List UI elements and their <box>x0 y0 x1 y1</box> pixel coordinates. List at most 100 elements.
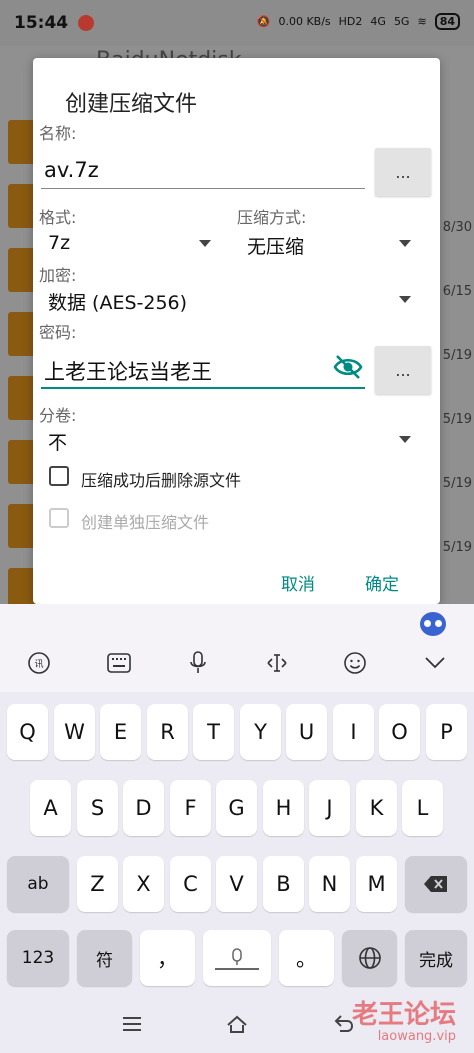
status-time: 15:44 <box>14 13 69 33</box>
hide-keyboard-icon[interactable] <box>422 650 448 676</box>
notification-app-icon <box>78 15 95 31</box>
browse-path-button[interactable]: ... <box>375 148 431 196</box>
keyboard-toolbar: 讯 <box>0 604 474 692</box>
watermark-url: laowang.vip <box>377 1029 456 1044</box>
compression-select[interactable]: 无压缩 <box>247 232 304 259</box>
archive-name-input[interactable]: av.7z <box>44 158 99 182</box>
volume-dropdown-icon[interactable] <box>399 436 411 443</box>
encryption-label: 加密: <box>39 266 77 285</box>
file-date: 5/19 <box>442 348 472 363</box>
signal-4g: 4G <box>370 15 386 28</box>
delete-source-label[interactable]: 压缩成功后删除源文件 <box>81 467 241 491</box>
password-options-button[interactable]: ... <box>375 346 431 394</box>
key-t[interactable]: T <box>193 704 234 760</box>
password-input[interactable]: 上老王论坛当老王 <box>44 356 212 386</box>
key-k[interactable]: K <box>356 780 397 836</box>
compression-label: 压缩方式: <box>237 208 307 227</box>
key-a[interactable]: A <box>30 780 71 836</box>
key-b[interactable]: B <box>263 856 304 912</box>
folder-icon <box>8 376 36 420</box>
key-c[interactable]: C <box>170 856 211 912</box>
password-underline <box>41 387 365 389</box>
key-p[interactable]: P <box>426 704 467 760</box>
format-dropdown-icon[interactable] <box>199 240 211 247</box>
keyboard-mascot-icon[interactable] <box>420 612 446 636</box>
visibility-off-icon[interactable] <box>333 354 363 380</box>
signal-5g: 5G <box>393 15 410 28</box>
encryption-dropdown-icon[interactable] <box>399 296 411 303</box>
encryption-select[interactable]: 数据 (AES-256) <box>48 288 187 315</box>
handwriting-icon[interactable]: 讯 <box>26 650 52 676</box>
key-z[interactable]: Z <box>77 856 118 912</box>
period-key[interactable]: 。 <box>279 930 334 986</box>
key-w[interactable]: W <box>54 704 95 760</box>
format-select[interactable]: 7z <box>48 232 70 254</box>
shift-key[interactable]: ab <box>7 856 69 912</box>
key-o[interactable]: O <box>379 704 420 760</box>
key-v[interactable]: V <box>216 856 257 912</box>
wifi-icon: ≋ <box>417 15 427 28</box>
key-q[interactable]: Q <box>7 704 48 760</box>
name-label: 名称: <box>39 124 77 143</box>
file-date: 5/19 <box>442 476 472 491</box>
done-key[interactable]: 完成 <box>405 930 467 986</box>
key-y[interactable]: Y <box>240 704 281 760</box>
key-m[interactable]: M <box>356 856 397 912</box>
file-date: 8/30 <box>442 220 472 235</box>
volume-select[interactable]: 不 <box>48 428 67 455</box>
symbol-key[interactable]: 符 <box>77 930 132 986</box>
file-date: 5/19 <box>442 540 472 555</box>
number-mode-key[interactable]: 123 <box>7 930 69 986</box>
globe-icon <box>358 947 381 969</box>
create-archive-dialog: 创建压缩文件 名称: av.7z ... 格式: 7z 压缩方式: 无压缩 加密… <box>33 58 440 604</box>
hd-icon: HD2 <box>338 15 363 28</box>
folder-icon <box>8 312 36 356</box>
keyboard-layout-icon[interactable] <box>106 650 132 676</box>
status-indicators: 🔕 0.00 KB/s HD2 4G 5G ≋ 84 <box>257 13 460 30</box>
key-g[interactable]: G <box>216 780 257 836</box>
delete-source-checkbox[interactable] <box>49 466 69 486</box>
key-d[interactable]: D <box>123 780 164 836</box>
name-underline <box>41 188 365 189</box>
comma-key[interactable]: ， <box>140 930 195 986</box>
format-label: 格式: <box>39 208 77 227</box>
emoji-icon[interactable] <box>342 650 368 676</box>
cursor-move-icon[interactable] <box>264 650 290 676</box>
folder-icon <box>8 504 36 548</box>
compression-dropdown-icon[interactable] <box>399 240 411 247</box>
cancel-button[interactable]: 取消 <box>281 570 315 595</box>
volume-label: 分卷: <box>39 406 77 425</box>
key-l[interactable]: L <box>402 780 443 836</box>
separate-archive-label[interactable]: 创建单独压缩文件 <box>81 509 209 533</box>
folder-icon <box>8 440 36 484</box>
mute-icon: 🔕 <box>256 15 271 28</box>
watermark-text: 老王论坛 <box>351 1000 456 1030</box>
key-x[interactable]: X <box>123 856 164 912</box>
key-j[interactable]: J <box>309 780 350 836</box>
separate-archive-checkbox[interactable] <box>49 508 69 528</box>
key-e[interactable]: E <box>100 704 141 760</box>
dialog-title: 创建压缩文件 <box>65 92 198 117</box>
key-i[interactable]: I <box>333 704 374 760</box>
menu-icon[interactable] <box>120 1012 144 1036</box>
battery-icon: 84 <box>434 13 460 30</box>
password-label: 密码: <box>39 323 77 342</box>
key-r[interactable]: R <box>147 704 188 760</box>
space-key[interactable] <box>203 930 271 986</box>
key-u[interactable]: U <box>286 704 327 760</box>
backspace-key[interactable] <box>405 856 467 912</box>
key-f[interactable]: F <box>170 780 211 836</box>
folder-icon <box>8 248 36 292</box>
key-n[interactable]: N <box>309 856 350 912</box>
backspace-icon <box>424 876 447 892</box>
ok-button[interactable]: 确定 <box>365 570 399 595</box>
key-s[interactable]: S <box>77 780 118 836</box>
voice-input-icon[interactable] <box>185 650 211 676</box>
file-date: 6/15 <box>442 284 472 299</box>
home-icon[interactable] <box>225 1012 249 1036</box>
key-h[interactable]: H <box>263 780 304 836</box>
language-key[interactable] <box>342 930 397 986</box>
svg-text:讯: 讯 <box>34 659 43 670</box>
folder-icon <box>8 120 36 164</box>
folder-icon <box>8 184 36 228</box>
